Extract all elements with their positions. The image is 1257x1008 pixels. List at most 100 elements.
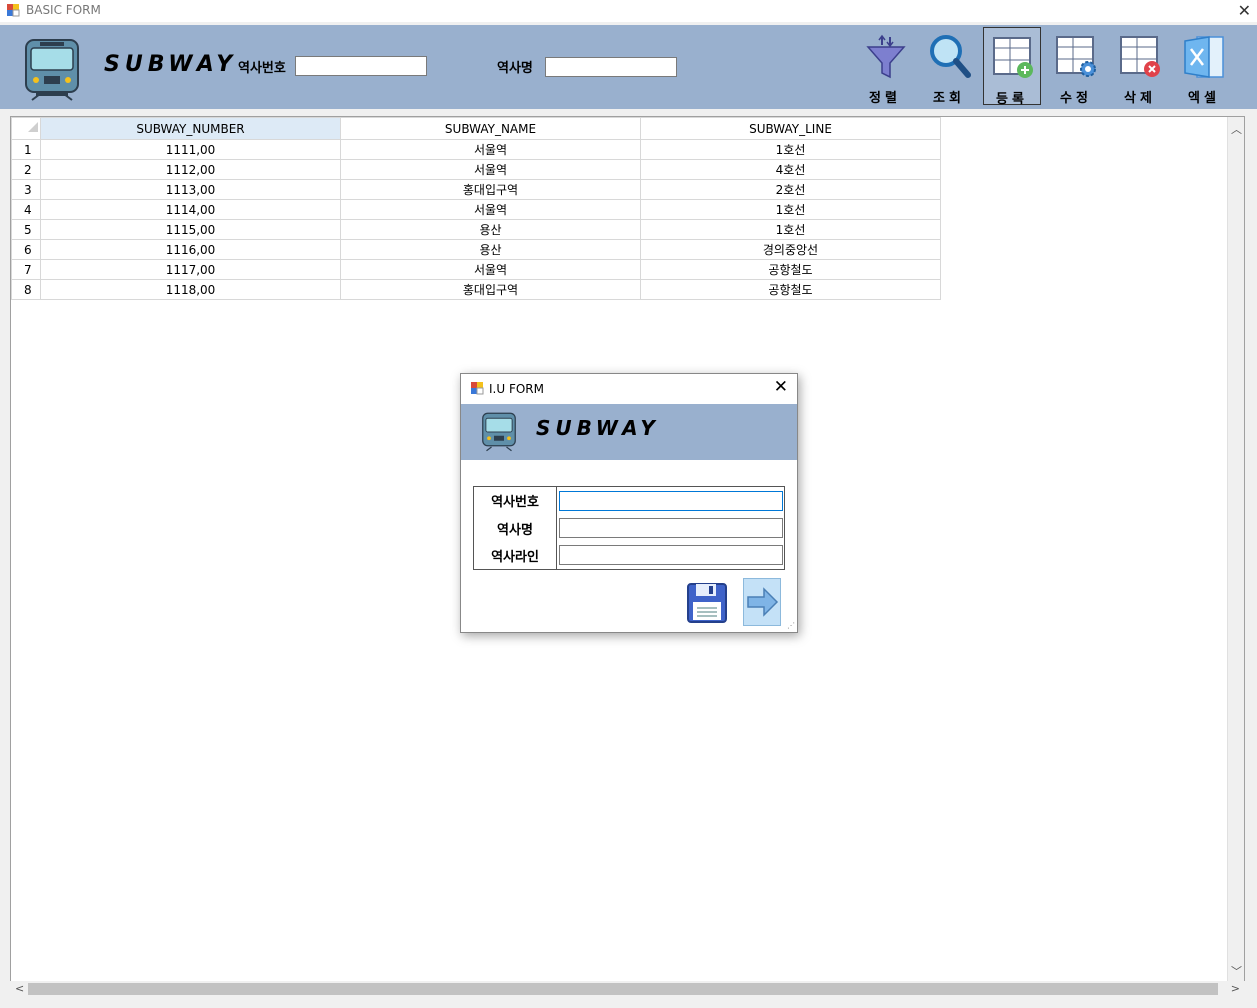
cell-line[interactable]: 4호선 [640, 159, 941, 180]
horizontal-scroll-thumb[interactable] [28, 983, 1218, 995]
cell-number[interactable]: 1113,00 [40, 179, 341, 200]
row-number[interactable]: 6 [11, 239, 41, 260]
dialog-station-name-input[interactable] [559, 518, 783, 538]
cell-line[interactable]: 2호선 [640, 179, 941, 200]
subway-logo-icon [25, 39, 79, 101]
row-number[interactable]: 7 [11, 259, 41, 280]
sort-button[interactable]: 정렬 [856, 27, 914, 106]
cell-line[interactable]: 경의중앙선 [640, 239, 941, 260]
station-number-input[interactable] [295, 56, 427, 76]
add-grid-icon [993, 37, 1033, 78]
field-label-station-name: 역사명 [497, 523, 533, 538]
excel-label: 엑셀 [1188, 91, 1220, 106]
table-row[interactable]: 1 1111,00 서울역 1호선 [11, 139, 941, 160]
header-bar: SUBWAY 역사번호 역사명 정렬 조회 등록 수정 삭제 엑셀 [0, 25, 1257, 109]
scroll-left-arrow-icon[interactable]: < [15, 982, 24, 995]
station-name-label: 역사명 [497, 61, 533, 76]
cell-name[interactable]: 서울역 [340, 139, 641, 160]
vertical-scrollbar[interactable]: ︿ ﹀ [1227, 117, 1244, 981]
table-row[interactable]: 6 1116,00 용산 경의중앙선 [11, 239, 941, 260]
cell-number[interactable]: 1115,00 [40, 219, 341, 240]
cell-line[interactable]: 1호선 [640, 219, 941, 240]
form-divider [556, 487, 557, 569]
cell-number[interactable]: 1117,00 [40, 259, 341, 280]
cell-line[interactable]: 공항철도 [640, 279, 941, 300]
scroll-down-arrow-icon[interactable]: ﹀ [1231, 963, 1242, 979]
dialog-subway-logo-icon [482, 412, 516, 452]
field-label-station-number: 역사번호 [491, 495, 539, 510]
excel-icon [1184, 36, 1224, 78]
register-button[interactable]: 등록 [983, 27, 1041, 107]
row-number[interactable]: 5 [11, 219, 41, 240]
save-button[interactable] [686, 582, 728, 624]
cell-line[interactable]: 1호선 [640, 139, 941, 160]
cell-name[interactable]: 홍대입구역 [340, 279, 641, 300]
dialog-header: SUBWAY [461, 404, 797, 460]
table-row[interactable]: 8 1118,00 홍대입구역 공항철도 [11, 279, 941, 300]
column-header-subway-line[interactable]: SUBWAY_LINE [640, 117, 941, 140]
row-number[interactable]: 3 [11, 179, 41, 200]
delete-button[interactable]: 삭제 [1111, 27, 1169, 106]
select-all-corner[interactable] [11, 117, 41, 140]
arrow-right-icon [747, 587, 779, 617]
window-titlebar: BASIC FORM ✕ [0, 0, 1257, 22]
next-button[interactable] [743, 578, 781, 626]
dialog-brand-title: SUBWAY [536, 416, 660, 440]
cell-name[interactable]: 용산 [340, 239, 641, 260]
edit-button[interactable]: 수정 [1047, 27, 1105, 106]
edit-label: 수정 [1060, 91, 1092, 106]
delete-grid-icon [1120, 36, 1160, 77]
cell-number[interactable]: 1118,00 [40, 279, 341, 300]
cell-number[interactable]: 1116,00 [40, 239, 341, 260]
filter-icon [866, 34, 906, 79]
station-name-input[interactable] [545, 57, 677, 77]
field-label-station-line: 역사라인 [491, 550, 539, 565]
dialog-station-line-input[interactable] [559, 545, 783, 565]
search-label: 조회 [933, 91, 965, 106]
row-number[interactable]: 4 [11, 199, 41, 220]
cell-name[interactable]: 서울역 [340, 159, 641, 180]
brand-title: SUBWAY [104, 52, 238, 77]
search-icon [930, 35, 971, 78]
delete-label: 삭제 [1124, 91, 1156, 106]
table-row[interactable]: 3 1113,00 홍대입구역 2호선 [11, 179, 941, 200]
station-number-label: 역사번호 [238, 61, 286, 76]
table-row[interactable]: 5 1115,00 용산 1호선 [11, 219, 941, 240]
row-number[interactable]: 1 [11, 139, 41, 160]
excel-button[interactable]: 엑셀 [1175, 27, 1233, 106]
cell-number[interactable]: 1114,00 [40, 199, 341, 220]
grid-table: SUBWAY_NUMBER SUBWAY_NAME SUBWAY_LINE 11… [11, 117, 941, 300]
column-header-subway-name[interactable]: SUBWAY_NAME [340, 117, 641, 140]
horizontal-scrollbar[interactable]: < > [10, 981, 1245, 997]
edit-grid-icon [1056, 36, 1096, 77]
table-row[interactable]: 4 1114,00 서울역 1호선 [11, 199, 941, 220]
window-title: BASIC FORM [26, 3, 101, 17]
cell-line[interactable]: 공항철도 [640, 259, 941, 280]
cell-name[interactable]: 홍대입구역 [340, 179, 641, 200]
dialog-title: I.U FORM [489, 382, 544, 396]
table-row[interactable]: 2 1112,00 서울역 4호선 [11, 159, 941, 180]
window-close-button[interactable]: ✕ [1238, 1, 1251, 20]
cell-name[interactable]: 용산 [340, 219, 641, 240]
dialog-app-icon [471, 382, 484, 395]
dialog-close-button[interactable]: ✕ [774, 377, 788, 397]
cell-number[interactable]: 1111,00 [40, 139, 341, 160]
cell-name[interactable]: 서울역 [340, 259, 641, 280]
cell-name[interactable]: 서울역 [340, 199, 641, 220]
grid-header-row: SUBWAY_NUMBER SUBWAY_NAME SUBWAY_LINE [11, 117, 941, 140]
cell-number[interactable]: 1112,00 [40, 159, 341, 180]
search-button[interactable]: 조회 [920, 27, 978, 106]
scroll-up-arrow-icon[interactable]: ︿ [1231, 121, 1242, 137]
row-number[interactable]: 8 [11, 279, 41, 300]
save-disk-icon [687, 583, 727, 623]
app-icon [7, 4, 20, 17]
register-label: 등록 [996, 92, 1028, 107]
resize-grip-icon[interactable]: ⋰ [787, 621, 795, 630]
scroll-right-arrow-icon[interactable]: > [1231, 982, 1240, 995]
row-number[interactable]: 2 [11, 159, 41, 180]
dialog-station-number-input[interactable] [559, 491, 783, 511]
cell-line[interactable]: 1호선 [640, 199, 941, 220]
table-row[interactable]: 7 1117,00 서울역 공항철도 [11, 259, 941, 280]
iu-form-dialog: I.U FORM ✕ SUBWAY 역사번호 역사명 역사라인 ⋰ [460, 373, 798, 633]
column-header-subway-number[interactable]: SUBWAY_NUMBER [40, 117, 341, 140]
